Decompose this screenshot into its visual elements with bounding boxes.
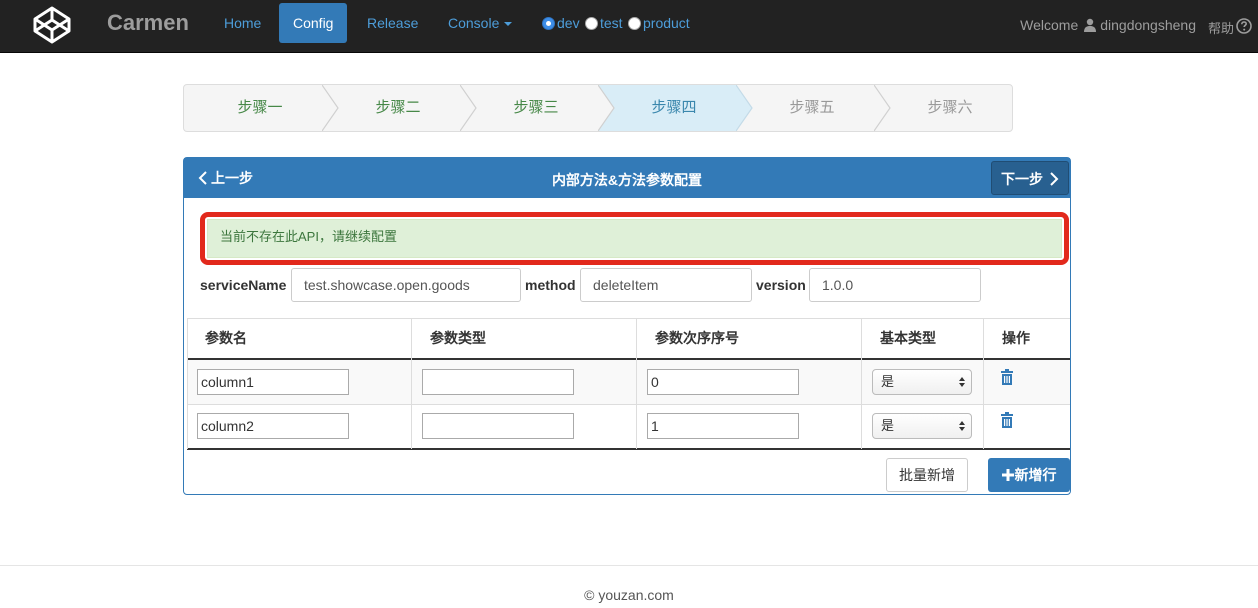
service-name-input[interactable]: test.showcase.open.goods: [291, 268, 521, 302]
brand-title[interactable]: Carmen: [107, 11, 189, 35]
param-order-input[interactable]: 1: [647, 413, 799, 439]
trash-icon[interactable]: [1000, 369, 1014, 385]
header-basic-type: 基本类型: [880, 330, 936, 346]
service-name-label: serviceName: [200, 277, 287, 293]
param-order-input[interactable]: 0: [647, 369, 799, 395]
add-row-button[interactable]: 新增行: [988, 458, 1070, 492]
select-arrows-icon: [959, 421, 965, 431]
welcome-user: Welcome dingdongsheng: [1020, 17, 1196, 33]
step-1[interactable]: 步骤一: [191, 85, 329, 131]
column-divider: [411, 318, 412, 449]
step-5[interactable]: 步骤五: [743, 85, 881, 131]
radio-dev[interactable]: [542, 16, 555, 30]
step-6[interactable]: 步骤六: [881, 85, 1012, 131]
header-param-order: 参数次序序号: [655, 330, 739, 346]
chevron-right-icon: [1050, 172, 1059, 186]
header-param-type: 参数类型: [430, 330, 486, 346]
alert-message: 当前不存在此API，请继续配置: [207, 219, 1062, 258]
plus-icon: [1001, 469, 1014, 481]
step-separator-icon: [874, 85, 891, 131]
column-divider: [983, 318, 984, 449]
config-panel: 上一步 内部方法&方法参数配置 下一步 当前不存在此API，请继续配置 serv…: [183, 157, 1071, 495]
footer-copyright: © youzan.com: [584, 587, 674, 603]
param-name-input[interactable]: column2: [197, 413, 349, 439]
env-dev[interactable]: dev: [542, 14, 580, 32]
step-3[interactable]: 步骤三: [467, 85, 605, 131]
wizard-steps: 步骤一 步骤二 步骤三 步骤四 步骤五 步骤六: [183, 84, 1013, 132]
table-row: column2 1 是: [187, 405, 1070, 449]
footer-divider: [0, 565, 1258, 566]
step-separator-icon: [598, 85, 615, 131]
basic-type-value: 是: [881, 374, 895, 389]
table-border-top: [187, 318, 1070, 319]
table-border-bottom: [187, 448, 1070, 450]
nav-home[interactable]: Home: [210, 3, 275, 43]
method-input[interactable]: deleteItem: [580, 268, 752, 302]
env-test[interactable]: test: [585, 14, 623, 32]
nav-config[interactable]: Config: [279, 3, 348, 43]
help-link[interactable]: 帮助: [1208, 18, 1234, 37]
nav-console-label: Console: [448, 15, 500, 31]
step-separator-icon: [460, 85, 477, 131]
method-label: method: [525, 277, 576, 293]
param-type-input[interactable]: [422, 369, 574, 395]
add-row-label: 新增行: [1014, 467, 1057, 483]
select-arrows-icon: [959, 377, 965, 387]
top-navbar: Carmen Home Config Release Console dev t…: [0, 0, 1258, 53]
panel-header: 上一步 内部方法&方法参数配置 下一步: [184, 158, 1070, 198]
basic-type-select[interactable]: 是: [872, 369, 972, 395]
trash-icon[interactable]: [1000, 412, 1014, 428]
user-icon: [1084, 18, 1097, 32]
codepen-logo-icon[interactable]: [32, 5, 72, 45]
env-test-label: test: [600, 15, 623, 31]
step-4[interactable]: 步骤四: [605, 85, 743, 131]
basic-type-value: 是: [881, 418, 895, 433]
step-separator-icon: [736, 85, 753, 131]
alert-highlight: 当前不存在此API，请继续配置: [200, 212, 1069, 265]
param-type-input[interactable]: [422, 413, 574, 439]
radio-product[interactable]: [628, 16, 641, 30]
env-dev-label: dev: [557, 15, 580, 31]
welcome-text: Welcome: [1020, 17, 1079, 33]
version-input[interactable]: 1.0.0: [809, 268, 981, 302]
version-label: version: [756, 277, 806, 293]
question-circle-icon[interactable]: [1236, 18, 1252, 34]
panel-title: 内部方法&方法参数配置: [551, 172, 703, 188]
step-separator-icon: [322, 85, 339, 131]
caret-down-icon: [504, 22, 513, 27]
column-divider: [187, 318, 188, 449]
column-divider: [861, 318, 862, 449]
header-actions: 操作: [1002, 330, 1030, 346]
nav-release[interactable]: Release: [353, 3, 432, 43]
param-name-input[interactable]: column1: [197, 369, 349, 395]
batch-add-button[interactable]: 批量新增: [886, 458, 968, 492]
basic-type-select[interactable]: 是: [872, 413, 972, 439]
nav-console[interactable]: Console: [434, 3, 526, 43]
column-divider: [636, 318, 637, 449]
radio-test[interactable]: [585, 16, 598, 30]
env-product[interactable]: product: [628, 14, 690, 32]
step-2[interactable]: 步骤二: [329, 85, 467, 131]
env-product-label: product: [643, 15, 690, 31]
username: dingdongsheng: [1100, 17, 1196, 33]
next-step-button[interactable]: 下一步: [991, 161, 1069, 195]
header-param-name: 参数名: [205, 330, 247, 346]
table-row: column1 0 是: [187, 360, 1070, 404]
next-step-label: 下一步: [1001, 171, 1044, 187]
